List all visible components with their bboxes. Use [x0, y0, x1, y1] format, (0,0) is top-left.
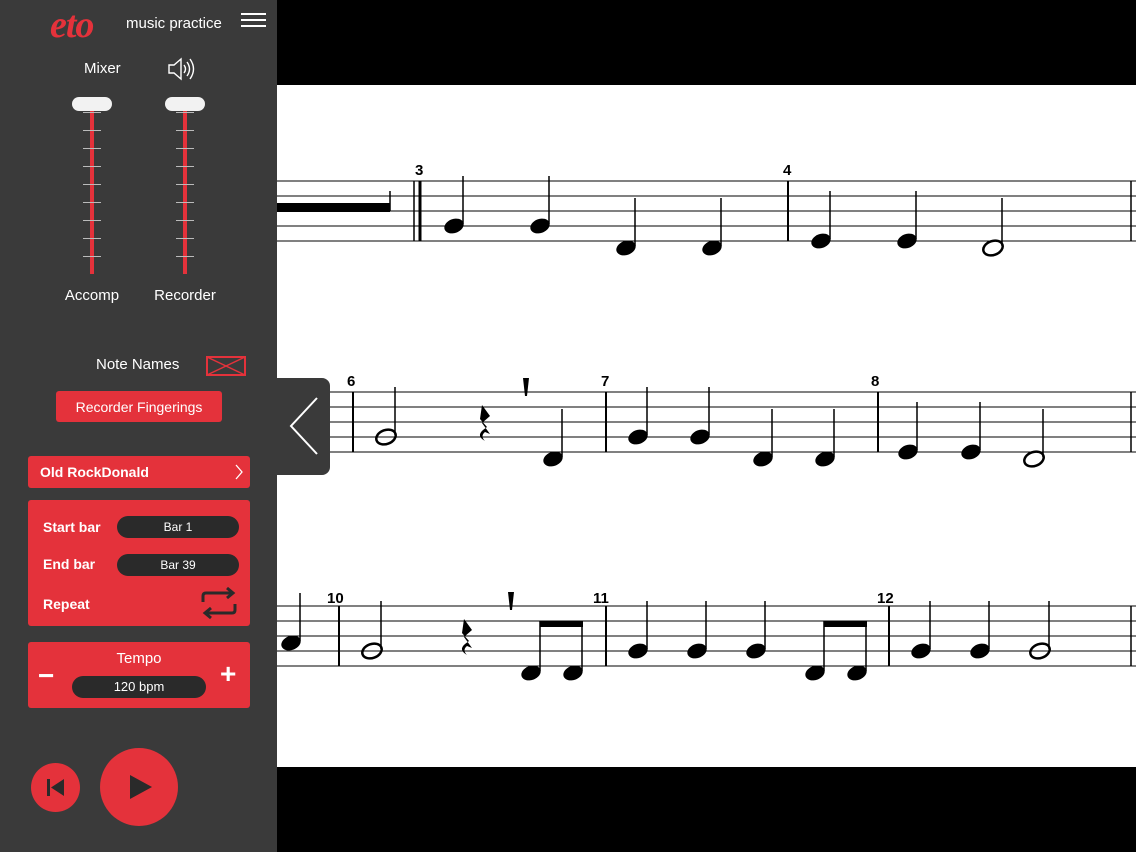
hamburger-menu-icon[interactable]: [241, 13, 266, 29]
start-bar-select[interactable]: Bar 1: [117, 516, 239, 538]
tempo-label: Tempo: [116, 650, 162, 667]
accomp-label: Accomp: [64, 287, 120, 304]
chevron-left-icon: [289, 397, 318, 455]
bar-number: 10: [327, 590, 344, 607]
accomp-fader-knob[interactable]: [72, 97, 112, 111]
bar-range-panel: Start bar Bar 1 End bar Bar 39 Repeat: [28, 500, 250, 626]
tempo-decrease-button[interactable]: −: [38, 660, 54, 692]
rewind-button[interactable]: [31, 763, 80, 812]
bar-number: 11: [593, 590, 609, 607]
tempo-value: 120 bpm: [72, 676, 206, 698]
speaker-icon[interactable]: [166, 56, 196, 82]
repeat-label: Repeat: [43, 596, 90, 612]
bar-number: 7: [601, 373, 609, 390]
recorder-fader[interactable]: [163, 92, 207, 278]
recorder-fingerings-button[interactable]: Recorder Fingerings: [56, 391, 222, 422]
note-names-label: Note Names: [96, 356, 180, 373]
repeat-icon[interactable]: [199, 586, 239, 620]
recorder-fader-knob[interactable]: [165, 97, 205, 111]
fader-track: [183, 100, 187, 274]
chevron-right-icon: [235, 464, 243, 480]
bar-number: 8: [871, 373, 879, 390]
bar-number: 3: [415, 162, 423, 179]
song-title: Old RockDonald: [40, 464, 149, 480]
staff-system-1: 3 4: [277, 162, 1136, 257]
play-icon: [130, 775, 152, 799]
accomp-fader[interactable]: [70, 92, 114, 278]
staff-system-2: 6 7 8: [277, 373, 1136, 468]
app-logo: eto: [50, 4, 94, 46]
bar-number: 12: [877, 590, 894, 607]
mixer-label: Mixer: [84, 60, 121, 77]
bar-number: 4: [783, 162, 792, 179]
bar-number: 6: [347, 373, 355, 390]
tempo-increase-button[interactable]: +: [220, 658, 236, 690]
end-bar-select[interactable]: Bar 39: [117, 554, 239, 576]
score-svg: 3 4 6 7 8 10 11 12: [277, 162, 1136, 681]
collapse-sidebar-tab[interactable]: [277, 378, 330, 475]
note-names-checkbox[interactable]: [206, 356, 246, 376]
skip-to-start-icon: [47, 779, 64, 796]
end-bar-label: End bar: [43, 556, 96, 572]
app-subtitle: music practice: [126, 15, 222, 32]
sheet-music: 3 4 6 7 8 10 11 12: [277, 85, 1136, 767]
play-button[interactable]: [100, 748, 178, 826]
fader-track: [90, 100, 94, 274]
recorder-label: Recorder: [154, 287, 216, 304]
start-bar-label: Start bar: [43, 519, 101, 535]
tempo-panel: Tempo − + 120 bpm: [28, 642, 250, 708]
sidebar: eto music practice Mixer Accomp Recorder…: [0, 0, 277, 852]
song-select[interactable]: Old RockDonald: [28, 456, 250, 488]
staff-system-3: 10 11 12: [277, 590, 1136, 681]
